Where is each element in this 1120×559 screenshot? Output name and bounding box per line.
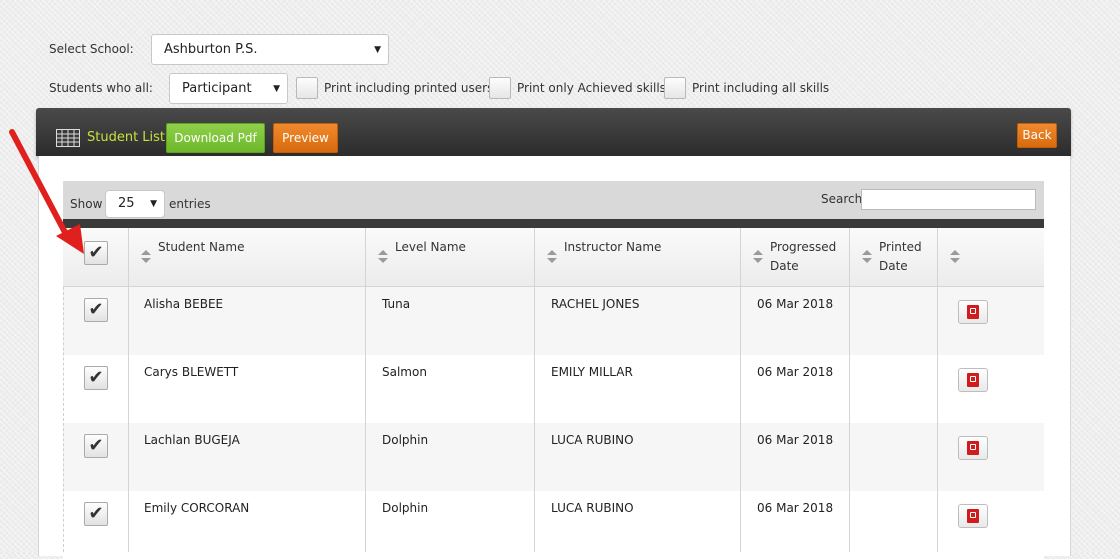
col-divider: [740, 228, 741, 552]
school-select[interactable]: Ashburton P.S. ▼: [151, 34, 389, 65]
print-printed-users-label: Print including printed users: [324, 81, 494, 95]
col-instructor-name[interactable]: Instructor Name: [564, 238, 661, 257]
progressed-date: 06 Mar 2018: [757, 501, 834, 515]
col-student-name[interactable]: Student Name: [158, 238, 244, 257]
print-achieved-checkbox[interactable]: [489, 77, 511, 99]
instructor-name: LUCA RUBINO: [551, 433, 634, 447]
student-name: Emily CORCORAN: [144, 501, 250, 515]
col-progressed-line1: Progressed: [770, 240, 837, 254]
col-printed-line2: Date: [879, 259, 908, 273]
school-label: Select School:: [49, 42, 134, 56]
progressed-date: 06 Mar 2018: [757, 365, 834, 379]
sort-progressed-icon[interactable]: [753, 250, 763, 264]
col-divider: [128, 228, 129, 552]
search-input[interactable]: [861, 189, 1036, 210]
search-label: Search:: [821, 192, 867, 206]
progressed-date: 06 Mar 2018: [757, 433, 834, 447]
student-name: Carys BLEWETT: [144, 365, 239, 379]
col-divider: [849, 228, 850, 552]
students-select[interactable]: Participant ▼: [169, 73, 288, 104]
row-checkbox[interactable]: ✔: [84, 366, 108, 390]
level-name: Dolphin: [382, 433, 429, 447]
pdf-button[interactable]: [958, 436, 988, 460]
download-pdf-button[interactable]: Download Pdf: [166, 123, 265, 153]
sort-instructor-icon[interactable]: [547, 250, 557, 264]
level-name: Tuna: [382, 297, 411, 311]
pdf-icon: [967, 509, 979, 523]
row-checkbox[interactable]: ✔: [84, 434, 108, 458]
level-name: Salmon: [382, 365, 427, 379]
print-achieved-label: Print only Achieved skills: [517, 81, 666, 95]
sort-actions-icon[interactable]: [950, 250, 960, 264]
pdf-icon: [967, 441, 979, 455]
col-printed-date[interactable]: Printed Date: [879, 238, 922, 276]
instructor-name: RACHEL JONES: [551, 297, 640, 311]
pdf-button[interactable]: [958, 504, 988, 528]
col-printed-line1: Printed: [879, 240, 922, 254]
col-progressed-line2: Date: [770, 259, 799, 273]
sort-printed-icon[interactable]: [862, 250, 872, 264]
entries-select-value: 25: [118, 196, 135, 211]
col-divider: [534, 228, 535, 552]
pdf-icon: [967, 373, 979, 387]
entries-label: entries: [169, 197, 211, 211]
table-row: ✔ Carys BLEWETT Salmon EMILY MILLAR 06 M…: [63, 355, 1044, 423]
progressed-date: 06 Mar 2018: [757, 297, 834, 311]
row-checkbox[interactable]: ✔: [84, 298, 108, 322]
level-name: Dolphin: [382, 501, 429, 515]
col-level-name[interactable]: Level Name: [395, 238, 466, 257]
pdf-icon: [967, 305, 979, 319]
instructor-name: EMILY MILLAR: [551, 365, 633, 379]
students-select-value: Participant: [182, 81, 252, 96]
col-progressed-date[interactable]: Progressed Date: [770, 238, 836, 276]
sort-student-icon[interactable]: [141, 250, 151, 264]
sort-level-icon[interactable]: [378, 250, 388, 264]
chevron-down-icon: ▼: [374, 45, 381, 55]
table-row: ✔ Lachlan BUGEJA Dolphin LUCA RUBINO 06 …: [63, 423, 1044, 491]
entries-select[interactable]: 25 ▼: [105, 190, 165, 218]
chevron-down-icon: ▼: [150, 199, 157, 209]
student-name: Lachlan BUGEJA: [144, 433, 240, 447]
red-arrow-icon: [9, 129, 84, 254]
student-name: Alisha BEBEE: [144, 297, 224, 311]
preview-button[interactable]: Preview: [273, 123, 338, 153]
table-header-rule: [63, 219, 1044, 228]
row-checkbox[interactable]: ✔: [84, 502, 108, 526]
students-label: Students who all:: [49, 81, 153, 95]
table-row: ✔ Alisha BEBEE Tuna RACHEL JONES 06 Mar …: [63, 287, 1044, 355]
print-all-skills-label: Print including all skills: [692, 81, 830, 95]
pdf-button[interactable]: [958, 368, 988, 392]
instructor-name: LUCA RUBINO: [551, 501, 634, 515]
back-button[interactable]: Back: [1017, 123, 1057, 148]
col-divider: [937, 228, 938, 552]
print-printed-users-checkbox[interactable]: [296, 77, 318, 99]
table-row: ✔ Emily CORCORAN Dolphin LUCA RUBINO 06 …: [63, 491, 1044, 559]
pdf-button[interactable]: [958, 300, 988, 324]
col-divider: [365, 228, 366, 552]
table-left-border: [63, 287, 64, 552]
chevron-down-icon: ▼: [273, 84, 280, 94]
school-select-value: Ashburton P.S.: [164, 42, 258, 57]
print-all-skills-checkbox[interactable]: [664, 77, 686, 99]
